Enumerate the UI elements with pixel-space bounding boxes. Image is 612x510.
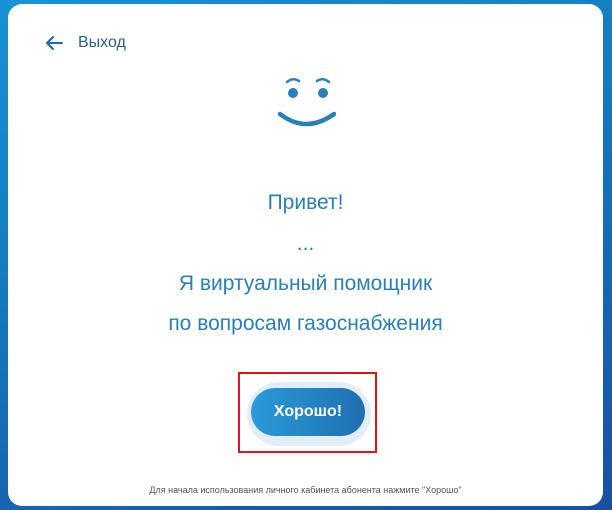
dialog-card: Выход Привет! ... Я виртуальный помощник… xyxy=(8,4,603,506)
smiley-face-icon xyxy=(274,74,336,134)
greeting-line-2: ... xyxy=(296,232,315,255)
greeting-line-3: Я виртуальный помощник xyxy=(178,272,433,295)
arrow-left-icon xyxy=(44,35,64,51)
greeting-line-4: по вопросам газоснабжения xyxy=(168,312,443,335)
ok-button[interactable]: Хорошо! xyxy=(251,388,365,436)
greeting-line-1: Привет! xyxy=(267,191,344,214)
ok-button-highlight: Хорошо! xyxy=(238,372,377,453)
footer-hint: Для начала использования личного кабинет… xyxy=(149,485,462,495)
exit-button[interactable]: Выход xyxy=(44,34,126,52)
exit-label: Выход xyxy=(78,34,126,51)
